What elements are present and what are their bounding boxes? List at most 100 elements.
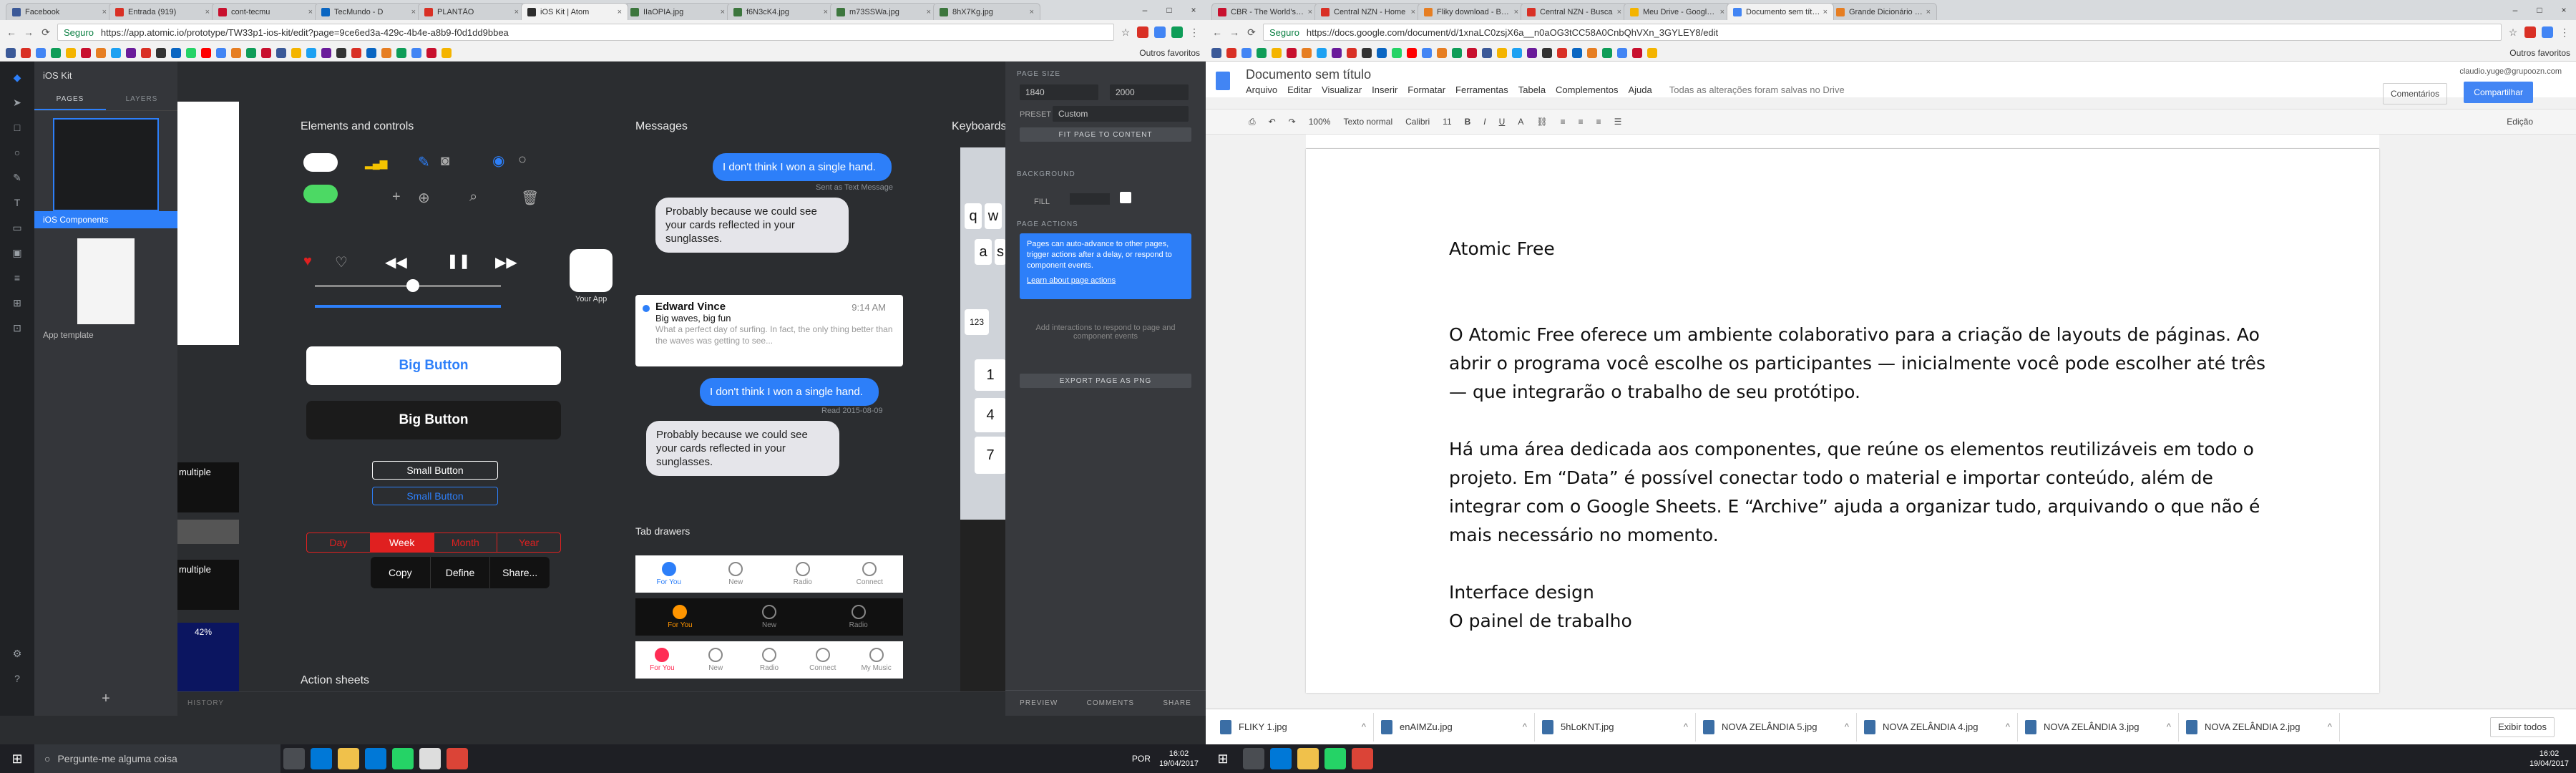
share-button[interactable]: Compartilhar — [2464, 82, 2533, 103]
bookmark-icon[interactable] — [306, 47, 316, 58]
bookmark-icon[interactable] — [216, 47, 226, 58]
browser-tab[interactable]: Central NZN - Busca × — [1521, 3, 1628, 20]
page-item-app-template[interactable]: App template — [34, 324, 177, 346]
menu-editar[interactable]: Editar — [1287, 84, 1312, 95]
segment-week[interactable]: Week — [370, 533, 434, 552]
close-icon[interactable]: × — [1617, 8, 1621, 16]
browser-tab[interactable]: cont-tecmu × — [212, 3, 319, 20]
download-item[interactable]: FLIKY 1.jpg ^ — [1213, 712, 1374, 742]
bookmark-icon[interactable] — [381, 47, 391, 58]
slider-thumb[interactable] — [406, 279, 419, 292]
menu-ferramentas[interactable]: Ferramentas — [1455, 84, 1508, 95]
bookmark-icon[interactable] — [96, 47, 106, 58]
menu-inserir[interactable]: Inserir — [1372, 84, 1397, 95]
reload-icon[interactable]: ⟳ — [40, 26, 52, 39]
extension-icon[interactable] — [2524, 26, 2536, 38]
tab-bar-item[interactable]: My Music — [849, 641, 903, 679]
bookmark-icon[interactable] — [201, 47, 211, 58]
extension-icon[interactable] — [1154, 26, 1166, 38]
bookmark-icon[interactable] — [1572, 47, 1582, 58]
preset-select[interactable]: Custom — [1053, 106, 1189, 122]
bookmark-icon[interactable] — [6, 47, 16, 58]
explorer-icon[interactable] — [1297, 748, 1319, 769]
bookmark-icon[interactable] — [1482, 47, 1492, 58]
bookmark-icon[interactable] — [1407, 47, 1417, 58]
task-view-icon[interactable] — [283, 748, 305, 769]
lock-icon[interactable]: ⊡ — [10, 321, 24, 335]
close-icon[interactable]: × — [514, 8, 519, 16]
chevron-up-icon[interactable]: ^ — [2006, 721, 2010, 732]
bookmark-icon[interactable] — [111, 47, 121, 58]
minimize-icon[interactable]: – — [2503, 5, 2527, 15]
segment-year[interactable]: Year — [497, 533, 560, 552]
redo-icon[interactable]: ↷ — [1289, 117, 1296, 127]
comments-button[interactable]: COMMENTS — [1087, 699, 1134, 707]
lang[interactable]: POR — [1132, 754, 1151, 764]
browser-tab[interactable]: PLANTÃO × — [418, 3, 525, 20]
browser-tab[interactable]: Central NZN - Home × — [1314, 3, 1422, 20]
browser-tab[interactable]: Documento sem título × — [1727, 3, 1834, 20]
undo-icon[interactable]: ↶ — [1269, 117, 1276, 127]
bookmark-icon[interactable] — [1332, 47, 1342, 58]
text-tool-icon[interactable]: T — [10, 195, 24, 210]
print-icon[interactable]: ⎙ — [1249, 117, 1256, 127]
edge-icon[interactable] — [1270, 748, 1292, 769]
download-item[interactable]: NOVA ZELÂNDIA 4.jpg ^ — [1857, 712, 2018, 742]
maximize-icon[interactable]: □ — [1157, 5, 1181, 15]
bookmark-icon[interactable] — [1467, 47, 1477, 58]
bookmark-icon[interactable] — [186, 47, 196, 58]
extension-icon[interactable] — [2542, 26, 2553, 38]
bookmark-icon[interactable] — [1362, 47, 1372, 58]
browser-tab[interactable]: CBR - The World's Top × — [1211, 3, 1319, 20]
align-center-icon[interactable]: ≡ — [1579, 117, 1584, 127]
help-icon[interactable]: ? — [10, 671, 24, 686]
close-window-icon[interactable]: × — [2552, 5, 2576, 15]
bookmark-icon[interactable] — [66, 47, 76, 58]
store-icon[interactable] — [365, 748, 386, 769]
browser-tab[interactable]: f6N3cK4.jpg × — [727, 3, 834, 20]
doc-title[interactable]: Documento sem título — [1246, 67, 1371, 82]
menu-ajuda[interactable]: Ajuda — [1628, 84, 1652, 95]
layers-tool-icon[interactable]: ≡ — [10, 271, 24, 285]
chrome-icon[interactable] — [1352, 748, 1373, 769]
start-icon[interactable]: ⊞ — [0, 744, 34, 773]
chevron-up-icon[interactable]: ^ — [1362, 721, 1366, 732]
tab-bar-item[interactable]: For You — [635, 555, 703, 593]
bookmark-icon[interactable] — [426, 47, 436, 58]
reload-icon[interactable]: ⟳ — [1246, 26, 1257, 39]
menu-icon[interactable]: ⋮ — [2559, 26, 2570, 39]
bookmark-icon[interactable] — [291, 47, 301, 58]
close-icon[interactable]: × — [618, 8, 622, 16]
bookmark-icon[interactable] — [351, 47, 361, 58]
bookmark-icon[interactable] — [141, 47, 151, 58]
bookmark-icon[interactable] — [1527, 47, 1537, 58]
fit-page-button[interactable]: FIT PAGE TO CONTENT — [1020, 127, 1191, 142]
tab-bar-item[interactable]: Connect — [796, 641, 849, 679]
tab-bar-item[interactable]: For You — [635, 641, 689, 679]
download-item[interactable]: enAIMZu.jpg ^ — [1374, 712, 1535, 742]
whatsapp-icon[interactable] — [392, 748, 414, 769]
chevron-up-icon[interactable]: ^ — [1523, 721, 1527, 732]
bookmark-icon[interactable] — [231, 47, 241, 58]
clock[interactable]: 16:02 19/04/2017 — [2529, 749, 2569, 769]
bookmark-icon[interactable] — [396, 47, 406, 58]
close-icon[interactable]: × — [824, 8, 828, 16]
bookmark-icon[interactable] — [411, 47, 421, 58]
bookmark-star-icon[interactable]: ☆ — [2507, 26, 2519, 39]
bookmark-icon[interactable] — [1211, 47, 1221, 58]
browser-tab[interactable]: Meu Drive - Google Dri × — [1624, 3, 1731, 20]
browser-tab[interactable]: TecMundo - D × — [315, 3, 422, 20]
image-tool-icon[interactable]: ▭ — [10, 220, 24, 235]
show-all-button[interactable]: Exibir todos — [2490, 716, 2555, 737]
whatsapp-icon[interactable] — [1324, 748, 1346, 769]
bookmark-icon[interactable] — [1241, 47, 1252, 58]
bookmark-icon[interactable] — [1437, 47, 1447, 58]
bookmark-icon[interactable] — [1557, 47, 1567, 58]
bookmark-icon[interactable] — [51, 47, 61, 58]
bookmark-icon[interactable] — [336, 47, 346, 58]
chevron-up-icon[interactable]: ^ — [2167, 721, 2171, 732]
download-item[interactable]: NOVA ZELÂNDIA 3.jpg ^ — [2018, 712, 2179, 742]
add-page-icon[interactable]: + — [34, 691, 177, 707]
menu-complementos[interactable]: Complementos — [1556, 84, 1618, 95]
tab-bar-item[interactable]: Radio — [814, 598, 903, 636]
